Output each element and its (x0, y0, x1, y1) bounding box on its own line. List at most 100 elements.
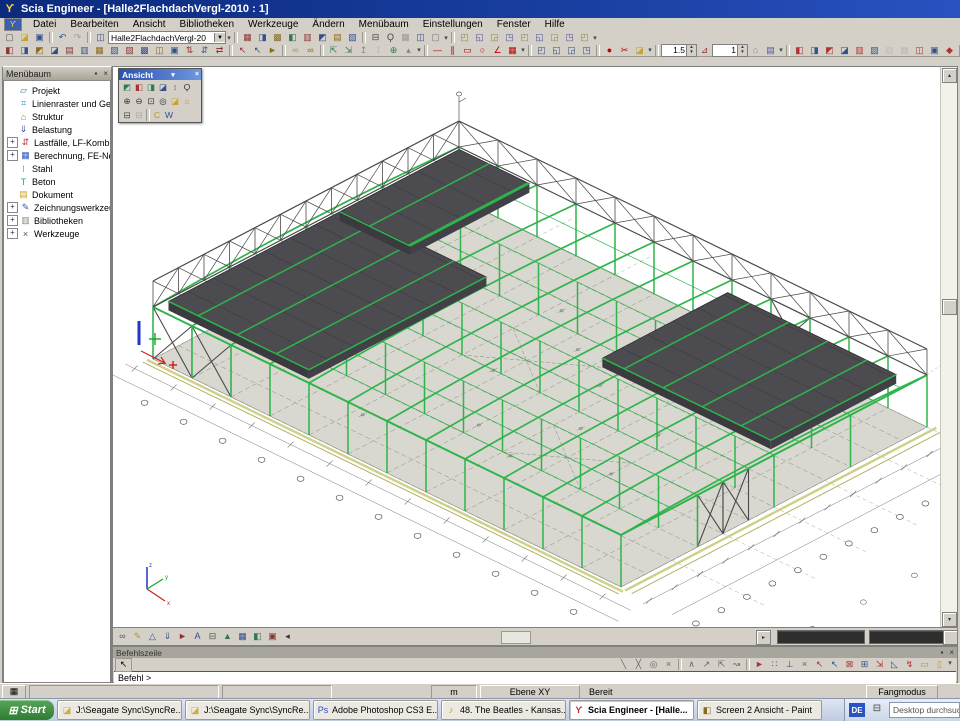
snap-bar2-icon[interactable]: ▯ (932, 659, 947, 671)
expand-icon[interactable]: + (7, 228, 18, 239)
render-icon[interactable]: ▲ (220, 631, 235, 643)
snap-ortho-icon[interactable]: ⊥ (782, 659, 797, 671)
structure-icon[interactable]: ◧ (2, 44, 17, 56)
open-folder-icon[interactable]: ◪ (169, 95, 181, 107)
sidebar-item-bibliotheken[interactable]: +▥Bibliotheken (4, 214, 110, 227)
structure-icon[interactable]: ◨ (17, 44, 32, 56)
snap-node-icon[interactable]: × (797, 659, 812, 671)
cursor-mode-icon[interactable]: ↖ (115, 658, 132, 672)
snap-grid-icon[interactable]: ∷ (767, 659, 782, 671)
language-indicator[interactable]: DE (849, 703, 865, 717)
toolbar-dropdown-icon[interactable]: ▾ (520, 46, 526, 54)
down-icon[interactable]: ↧ (371, 44, 386, 56)
structure-icon[interactable]: ▣ (167, 44, 182, 56)
spinner-buttons[interactable]: ▲▼ (686, 45, 696, 56)
sidebar-item-dokument[interactable]: ▤Dokument (4, 188, 110, 201)
draw-grid-icon[interactable]: ▦ (505, 44, 520, 56)
menu-tree-title-bar[interactable]: Menübaum ▪ × (3, 67, 111, 81)
window-tile-icon[interactable]: ◳ (502, 32, 517, 44)
status-grid-button[interactable]: ▦ (2, 685, 26, 699)
structure-icon[interactable]: ▥ (77, 44, 92, 56)
window-tile-icon[interactable]: ◲ (547, 32, 562, 44)
print-view-icon[interactable]: ⊟ (205, 631, 220, 643)
view-x-icon[interactable]: ◧ (133, 81, 145, 93)
draw-angle-icon[interactable]: ∠ (490, 44, 505, 56)
menu-werkzeuge[interactable]: Werkzeuge (241, 19, 305, 31)
light-icon[interactable]: ☼ (181, 95, 193, 107)
snap-cross-icon[interactable]: ╳ (631, 659, 646, 671)
beam-icon[interactable]: ◩ (822, 44, 837, 56)
export-icon[interactable]: ◩ (315, 32, 330, 44)
gallery-icon[interactable]: ▦ (398, 32, 413, 44)
draw-circle-icon[interactable]: ○ (475, 44, 490, 56)
wireframe-icon[interactable]: W (163, 109, 175, 121)
select-prop-icon[interactable]: ► (265, 44, 280, 56)
window-icon[interactable]: ◲ (564, 44, 579, 56)
snap-circle-icon[interactable]: ◎ (646, 659, 661, 671)
combo-dropdown-icon[interactable]: ▼ (214, 33, 225, 42)
sidebar-item-beton[interactable]: TBeton (4, 175, 110, 188)
snap-arc-icon[interactable]: ↝ (729, 659, 744, 671)
triangle-icon[interactable]: △ (145, 631, 160, 643)
close-icon[interactable]: × (100, 69, 111, 78)
beam-icon[interactable]: ◪ (837, 44, 852, 56)
unit-indicator[interactable]: m (431, 685, 477, 699)
copy-multi-icon[interactable]: ⇲ (341, 44, 356, 56)
snap-line-icon[interactable]: ╲ (616, 659, 631, 671)
link2-icon[interactable]: ∞ (303, 44, 318, 56)
snap-magnet-icon[interactable]: ► (752, 659, 767, 671)
book-icon[interactable]: ▤ (763, 44, 778, 56)
open-icon[interactable]: ◪ (17, 32, 32, 44)
sidebar-item-projekt[interactable]: ▱Projekt (4, 84, 110, 97)
beam-icon[interactable]: ▣ (927, 44, 942, 56)
pin-icon[interactable]: ▪ (937, 648, 946, 657)
structure-icon[interactable]: ▩ (137, 44, 152, 56)
window-tile-icon[interactable]: ◰ (577, 32, 592, 44)
sidebar-item-struktur[interactable]: ⌂Struktur (4, 110, 110, 123)
exchange-icon[interactable]: ▧ (345, 32, 360, 44)
window-tile-icon[interactable]: ◱ (532, 32, 547, 44)
app-menu-icon[interactable]: ϒ (4, 18, 22, 31)
beam-icon[interactable]: ▥ (852, 44, 867, 56)
vertical-scrollbar[interactable]: ▴ ▾ (940, 67, 957, 627)
zoom-in-icon[interactable]: ⊕ (121, 95, 133, 107)
spinner-buttons[interactable]: ▲▼ (737, 45, 747, 56)
draw-rect-icon[interactable]: ▭ (460, 44, 475, 56)
zoom-lens-icon[interactable]: Ϙ (181, 81, 193, 93)
view-axo-icon[interactable]: ◩ (121, 81, 133, 93)
window-tile-icon[interactable]: ◱ (472, 32, 487, 44)
snap-dir-icon[interactable]: ↗ (699, 659, 714, 671)
view-palette[interactable]: Ansicht ▾ × ◩◧◨◪↕Ϙ⊕⊖⊡◎◪☼⊟⊟CW (118, 68, 202, 123)
zoom-out-icon[interactable]: ⊖ (133, 95, 145, 107)
taskbar-task[interactable]: PsAdobe Photoshop CS3 E... (313, 700, 438, 720)
taskbar-task[interactable]: ◧Screen 2 Ansicht - Paint (697, 700, 822, 720)
structure-icon[interactable]: ▦ (92, 44, 107, 56)
sidebar-item-linienraster-und-geschosse[interactable]: ⌗Linienraster und Geschosse (4, 97, 110, 110)
desktop-search-input[interactable]: Desktop durchsuche (889, 702, 960, 718)
structure-icon[interactable]: ⇅ (182, 44, 197, 56)
document-icon[interactable]: ◫ (413, 32, 428, 44)
chevron-down-icon[interactable]: ▾ (169, 71, 177, 79)
snap-peak-icon[interactable]: ∧ (684, 659, 699, 671)
redo-icon[interactable]: ↷ (70, 32, 85, 44)
fe-mesh-icon[interactable]: ∞ (115, 631, 130, 643)
view-y-icon[interactable]: ◨ (145, 81, 157, 93)
taskbar-task[interactable]: ◪J:\Seagate Sync\SyncRe... (185, 700, 310, 720)
window-tile-icon[interactable]: ◰ (517, 32, 532, 44)
print-view2-icon[interactable]: ⊟ (133, 109, 145, 121)
plane-indicator[interactable]: Ebene XY (480, 685, 580, 699)
menu-bearbeiten[interactable]: Bearbeiten (63, 19, 125, 31)
menu-fenster[interactable]: Fenster (490, 19, 538, 31)
pan-left-button[interactable]: ▸ (756, 630, 771, 645)
start-button[interactable]: ⊞ Start (0, 700, 54, 720)
pin-icon[interactable]: ▪ (91, 69, 100, 78)
angle-icon[interactable]: ⌂ (748, 44, 763, 56)
title-bar[interactable]: ϒ Scia Engineer - [Halle2FlachdachVergl-… (0, 0, 960, 18)
scale-icon[interactable]: ⊿ (697, 44, 712, 56)
depth-slider-1[interactable] (777, 630, 865, 644)
command-panel-title-bar[interactable]: Befehlszeile ▪ × (113, 647, 957, 658)
window-icon[interactable]: ◱ (549, 44, 564, 56)
menu-bibliotheken[interactable]: Bibliotheken (173, 19, 241, 31)
beam-icon[interactable]: ▦ (897, 44, 912, 56)
snap-plus-icon[interactable]: ⊞ (857, 659, 872, 671)
